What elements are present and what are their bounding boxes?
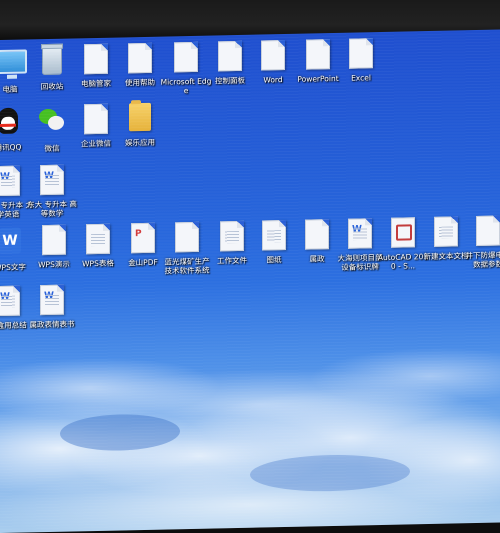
pdf-doc-icon: P bbox=[131, 222, 155, 254]
document-icon bbox=[262, 220, 286, 251]
document-icon bbox=[175, 221, 199, 253]
document-icon bbox=[128, 42, 152, 74]
document-icon bbox=[84, 43, 108, 75]
computer-icon bbox=[0, 49, 27, 75]
recycle-bin-icon bbox=[42, 46, 62, 76]
icon-label: 东大 专升本 高等数学 bbox=[27, 199, 77, 219]
document-icon bbox=[220, 220, 244, 252]
document-icon bbox=[349, 38, 373, 69]
wechat-icon bbox=[39, 108, 67, 134]
wps-doc-icon: W bbox=[0, 165, 20, 197]
folder-icon bbox=[129, 102, 151, 132]
document-icon bbox=[305, 219, 329, 250]
wps-doc-icon: W bbox=[0, 285, 20, 317]
desktop-icon-entertainment-folder[interactable]: 娱乐应用 bbox=[114, 102, 166, 148]
document-icon bbox=[306, 39, 330, 70]
desktop-screen: 电脑 回收站 电脑管家 使用帮助 Microsoft Edge 控制面板 Wor… bbox=[0, 29, 500, 533]
wps-doc-icon: W bbox=[348, 218, 372, 249]
document-icon bbox=[434, 216, 458, 247]
qq-icon bbox=[0, 107, 18, 135]
icon-label: Excel bbox=[351, 73, 371, 83]
autocad-icon bbox=[391, 217, 415, 248]
document-icon bbox=[476, 215, 500, 247]
icon-label: 娱乐应用 bbox=[125, 137, 155, 148]
document-icon bbox=[86, 223, 110, 255]
document-icon bbox=[174, 41, 198, 73]
icon-label: 属政表情表书 bbox=[29, 319, 75, 330]
document-icon bbox=[84, 103, 108, 135]
wps-doc-icon: W bbox=[40, 164, 64, 196]
wps-doc-icon: W bbox=[40, 284, 64, 316]
document-icon bbox=[261, 40, 285, 71]
desktop-icon-math-doc[interactable]: W 东大 专升本 高等数学 bbox=[26, 164, 78, 218]
document-icon bbox=[42, 224, 66, 256]
desktop-icon-electrical-params[interactable]: 井下防爆电器数据参数 bbox=[462, 215, 500, 269]
desktop-icon-excel[interactable]: Excel bbox=[335, 38, 387, 83]
wps-writer-icon: W bbox=[0, 227, 21, 255]
document-icon bbox=[218, 40, 242, 72]
desktop-icon-admin-doc[interactable]: W 属政表情表书 bbox=[26, 284, 78, 329]
desktop-icon-help[interactable]: 使用帮助 bbox=[114, 42, 166, 88]
icon-label: 使用帮助 bbox=[125, 77, 155, 88]
icon-label: 井下防爆电器数据参数 bbox=[465, 250, 500, 270]
